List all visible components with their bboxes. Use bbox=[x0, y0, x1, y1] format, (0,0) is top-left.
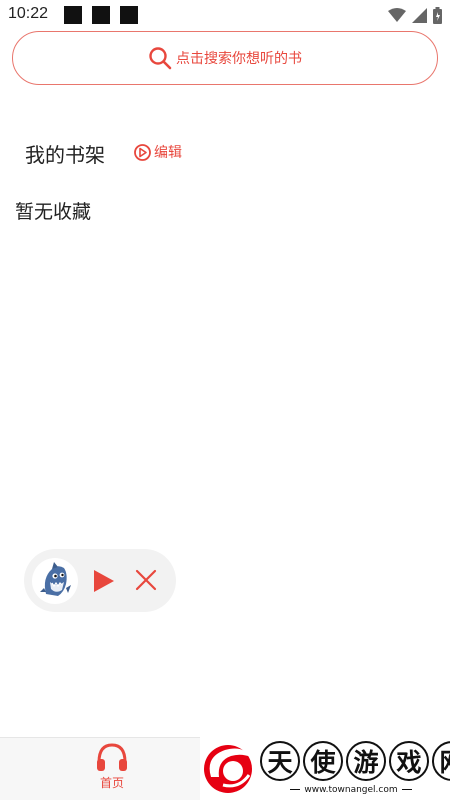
close-icon[interactable] bbox=[135, 569, 157, 591]
watermark-logo bbox=[204, 745, 252, 793]
status-time: 10:22 bbox=[8, 5, 49, 22]
page-title: 我的书架 bbox=[25, 143, 105, 167]
play-icon[interactable] bbox=[94, 570, 114, 592]
notification-icon bbox=[64, 6, 82, 24]
watermark-title: 天 使 游 戏 网 bbox=[260, 741, 450, 781]
notification-icon bbox=[120, 6, 138, 24]
headphones-icon bbox=[97, 743, 127, 771]
watermark-char: 游 bbox=[346, 741, 386, 781]
battery-icon bbox=[433, 6, 442, 24]
signal-icon bbox=[412, 7, 427, 23]
wifi-icon bbox=[388, 8, 406, 22]
edit-label: 编辑 bbox=[154, 145, 182, 161]
search-icon bbox=[149, 47, 172, 70]
watermark-url: www.townangel.com bbox=[260, 785, 442, 795]
edit-button[interactable]: 编辑 bbox=[133, 142, 182, 162]
watermark-char: 戏 bbox=[389, 741, 429, 781]
notification-icon bbox=[92, 6, 110, 24]
mini-player[interactable] bbox=[24, 549, 176, 612]
shark-mascot-icon bbox=[40, 562, 71, 596]
watermark-char: 天 bbox=[260, 741, 300, 781]
status-bar: 10:22 bbox=[0, 0, 450, 30]
nav-item-home[interactable]: 首页 bbox=[90, 742, 134, 791]
watermark-char: 使 bbox=[303, 741, 343, 781]
watermark: 天 使 游 戏 网 www.townangel.com bbox=[200, 737, 450, 800]
search-placeholder: 点击搜索你想听的书 bbox=[176, 51, 302, 67]
search-bar[interactable]: 点击搜索你想听的书 bbox=[12, 31, 438, 85]
status-icons bbox=[388, 6, 442, 24]
watermark-char: 网 bbox=[432, 741, 450, 781]
empty-state-text: 暂无收藏 bbox=[15, 201, 92, 223]
edit-icon bbox=[134, 143, 151, 161]
nav-item-label: 首页 bbox=[99, 776, 124, 790]
player-avatar[interactable] bbox=[32, 558, 78, 604]
bottom-nav: 首页 bbox=[0, 737, 202, 800]
